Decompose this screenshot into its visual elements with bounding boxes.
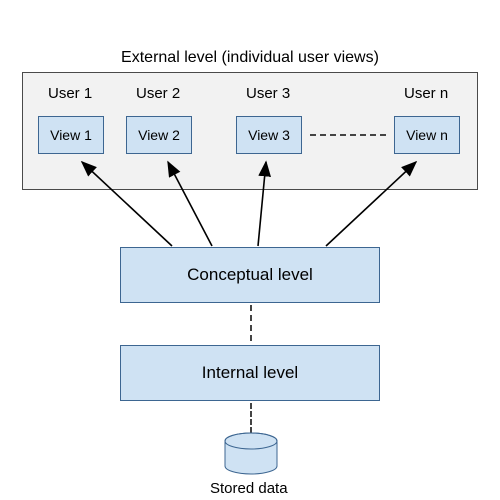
view-label-3: View 3 — [248, 127, 290, 143]
user-label-1: User 1 — [48, 85, 92, 102]
view-label-n: View n — [406, 127, 448, 143]
view-box-2: View 2 — [126, 116, 192, 154]
view-label-2: View 2 — [138, 127, 180, 143]
view-box-n: View n — [394, 116, 460, 154]
ellipsis-dash — [310, 134, 386, 136]
diagram-canvas: External level (individual user views) U… — [0, 0, 500, 500]
user-label-n: User n — [404, 85, 448, 102]
external-level-title: External level (individual user views) — [0, 49, 500, 67]
cylinder-icon — [223, 432, 279, 476]
conceptual-level-label: Conceptual level — [187, 265, 313, 285]
conceptual-internal-dash — [250, 305, 252, 341]
user-label-3: User 3 — [246, 85, 290, 102]
internal-level-label: Internal level — [202, 363, 298, 383]
view-label-1: View 1 — [50, 127, 92, 143]
internal-level-box: Internal level — [120, 345, 380, 401]
view-box-3: View 3 — [236, 116, 302, 154]
conceptual-level-box: Conceptual level — [120, 247, 380, 303]
stored-data-label: Stored data — [210, 480, 288, 497]
user-label-2: User 2 — [136, 85, 180, 102]
internal-storage-dash — [250, 403, 252, 433]
view-box-1: View 1 — [38, 116, 104, 154]
